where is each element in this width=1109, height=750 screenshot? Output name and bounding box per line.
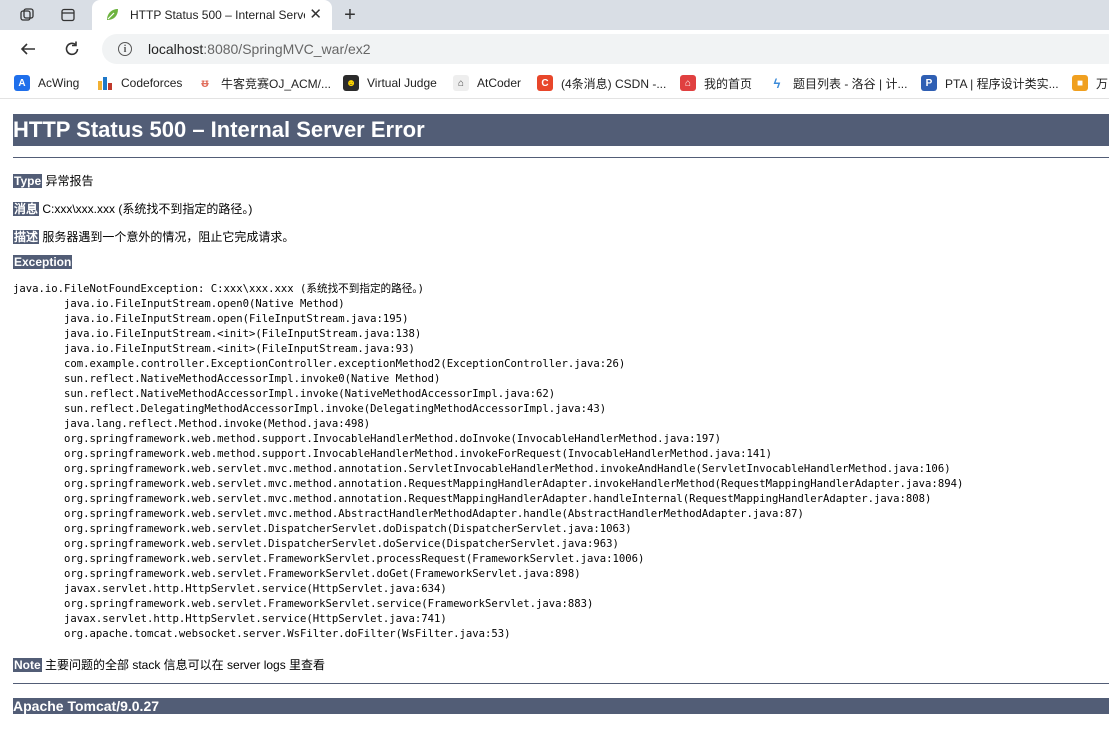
bookmark-nowcoder[interactable]: ᵿ 牛客竞赛OJ_ACM/... xyxy=(197,73,331,93)
message-value: C:xxx\xxx.xxx (系统找不到指定的路径。) xyxy=(39,202,253,216)
bookmark-label: 我的首页 xyxy=(704,76,753,91)
note-value: 主要问题的全部 stack 信息可以在 server logs 里查看 xyxy=(41,658,326,672)
browser-toolbar: i localhost:8080/SpringMVC_war/ex2 xyxy=(0,30,1109,68)
message-label: 消息 xyxy=(13,202,40,216)
url-path: :8080/SpringMVC_war/ex2 xyxy=(203,41,371,57)
vertical-tabs-icon[interactable] xyxy=(55,3,81,27)
url-text[interactable]: localhost:8080/SpringMVC_war/ex2 xyxy=(148,41,371,57)
acwing-icon: A xyxy=(14,75,30,91)
vjudge-icon: ☻ xyxy=(343,75,359,91)
description-label: 描述 xyxy=(13,230,40,244)
note-row: Note 主要问题的全部 stack 信息可以在 server logs 里查看 xyxy=(13,656,325,673)
bookmark-label: (4条消息) CSDN -... xyxy=(561,76,667,91)
bookmark-luogu[interactable]: ϟ 题目列表 - 洛谷 | 计... xyxy=(769,73,908,93)
divider xyxy=(13,157,1109,158)
bookmark-label: Codeforces xyxy=(121,76,183,90)
description-value: 服务器遇到一个意外的情况，阻止它完成请求。 xyxy=(39,230,295,244)
tab-title: HTTP Status 500 – Internal Server Error xyxy=(130,8,305,22)
spring-leaf-icon xyxy=(104,7,120,23)
bookmark-label: Virtual Judge xyxy=(367,76,437,90)
pta-icon: P xyxy=(921,75,937,91)
close-tab-icon[interactable]: ✕ xyxy=(309,7,322,23)
workspaces-icon[interactable] xyxy=(14,3,40,27)
type-value: 异常报告 xyxy=(42,174,94,188)
bookmark-more[interactable]: ■ 万 xyxy=(1072,73,1108,93)
bookmark-pta[interactable]: P PTA | 程序设计类实... xyxy=(921,73,1059,93)
reload-icon[interactable] xyxy=(58,36,86,62)
bookmark-label: AtCoder xyxy=(477,76,522,90)
error-page: HTTP Status 500 – Internal Server Error … xyxy=(13,114,1109,714)
atcoder-icon: ⌂ xyxy=(453,75,469,91)
bookmark-acwing[interactable]: A AcWing xyxy=(14,73,79,93)
server-footer: Apache Tomcat/9.0.27 xyxy=(13,698,1109,714)
bookmark-label: 万 xyxy=(1096,76,1109,91)
bookmark-csdn[interactable]: C (4条消息) CSDN -... xyxy=(537,73,666,93)
active-tab[interactable]: HTTP Status 500 – Internal Server Error … xyxy=(92,0,332,30)
new-tab-icon[interactable]: + xyxy=(338,3,362,27)
note-label: Note xyxy=(13,658,42,672)
bookmark-label: 牛客竞赛OJ_ACM/... xyxy=(221,76,332,91)
bookmark-label: AcWing xyxy=(38,76,80,90)
type-label: Type xyxy=(13,174,43,188)
site-info-icon[interactable]: i xyxy=(118,42,132,56)
tab-strip: HTTP Status 500 – Internal Server Error … xyxy=(0,0,1109,30)
nowcoder-icon: ᵿ xyxy=(201,76,209,90)
bookmark-codeforces[interactable]: Codeforces xyxy=(97,73,182,93)
description-row: 描述 服务器遇到一个意外的情况，阻止它完成请求。 xyxy=(13,228,294,245)
url-host: localhost xyxy=(148,41,204,57)
page-title: HTTP Status 500 – Internal Server Error xyxy=(13,114,1109,146)
bookmark-label: 题目列表 - 洛谷 | 计... xyxy=(793,76,908,91)
back-arrow-icon[interactable] xyxy=(14,36,42,62)
type-row: Type 异常报告 xyxy=(13,172,93,189)
bookmark-vjudge[interactable]: ☻ Virtual Judge xyxy=(343,73,437,93)
bookmark-label: PTA | 程序设计类实... xyxy=(945,76,1059,91)
address-bar[interactable]: i localhost:8080/SpringMVC_war/ex2 xyxy=(102,34,1109,64)
bookmarks-bar: A AcWing Codeforces ᵿ 牛客竞赛OJ_ACM/... ☻ Virt… xyxy=(0,68,1109,99)
bookmark-atcoder[interactable]: ⌂ AtCoder xyxy=(453,73,521,93)
csdn-icon: C xyxy=(537,75,553,91)
bookmark-home[interactable]: ⌂ 我的首页 xyxy=(680,73,752,93)
message-row: 消息 C:xxx\xxx.xxx (系统找不到指定的路径。) xyxy=(13,200,252,217)
stack-trace: java.io.FileNotFoundException: C:xxx\xxx… xyxy=(13,283,964,640)
luogu-icon: ϟ xyxy=(773,75,781,91)
home-icon: ⌂ xyxy=(680,75,696,91)
codeforces-icon xyxy=(97,75,113,91)
exception-heading: Exception xyxy=(13,255,73,269)
bookmark-icon: ■ xyxy=(1072,75,1088,91)
divider xyxy=(13,683,1109,684)
